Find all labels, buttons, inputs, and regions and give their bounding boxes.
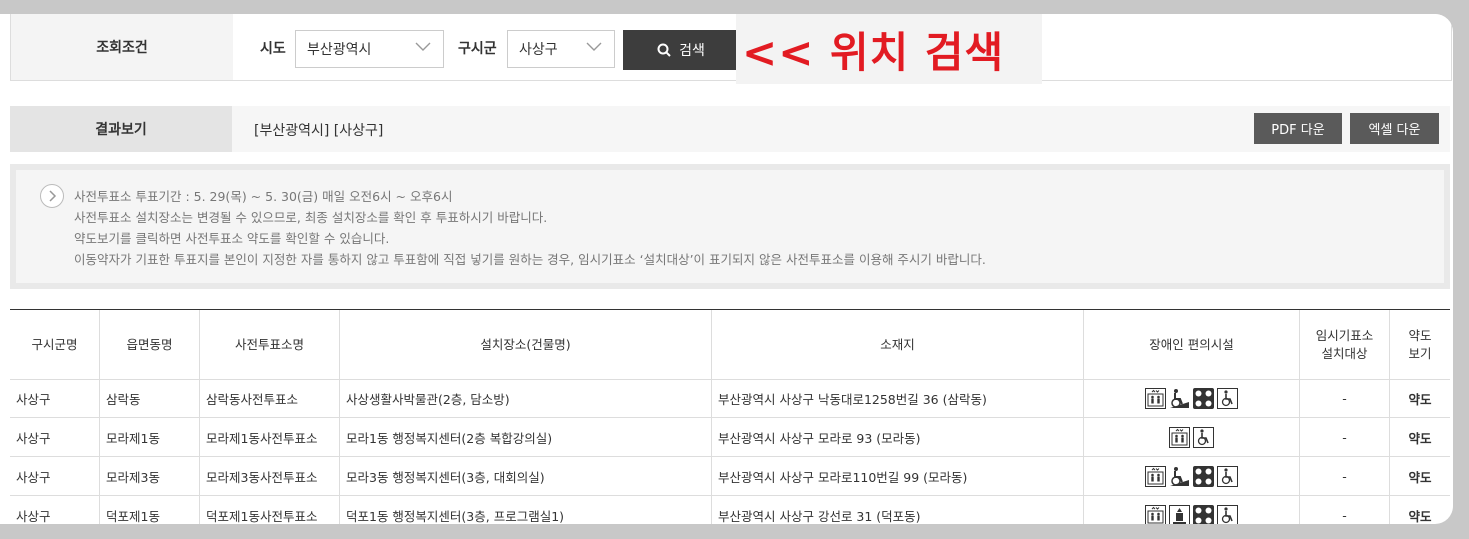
braille-icon [1193,504,1214,524]
polling-station-table: 구시군명 읍면동명 사전투표소명 설치장소(건물명) 소재지 장애인 편의시설 … [10,309,1450,524]
cell-station: 덕포제1동사전투표소 [200,496,340,524]
search-condition-label: 조회조건 [11,14,233,80]
cell-gu: 사상구 [10,457,100,495]
wheelchair-icon [1217,387,1238,409]
main-panel: 조회조건 시도 부산광역시 구시군 사상구 검색 << 위치 검색 결과보기 [… [0,14,1453,524]
pdf-download-button[interactable]: PDF 다운 [1254,113,1342,144]
cell-facilities [1084,418,1300,456]
cell-dong: 덕포제1동 [100,496,200,524]
notice-line: 이동약자가 기표한 투표지를 본인이 지정한 자를 통하지 않고 투표함에 직접… [74,252,986,267]
result-label: 결과보기 [10,106,232,152]
gusigun-label: 구시군 [458,41,497,57]
cell-place: 사상생활사박물관(2층, 담소방) [340,379,712,417]
header-facilities: 장애인 편의시설 [1084,310,1300,379]
search-bar: 조회조건 시도 부산광역시 구시군 사상구 검색 [10,14,1452,81]
notice-box: 사전투표소 투표기간 : 5. 29(목) ~ 5. 30(금) 매일 오전6시… [10,164,1450,289]
sido-label: 시도 [260,41,286,57]
wheelchair-icon [1217,504,1238,524]
wheelchair-icon [1217,465,1238,487]
result-bar: 결과보기 [부산광역시] [사상구] PDF 다운 엑셀 다운 [10,106,1450,152]
cell-facilities [1084,457,1300,495]
table-row: 사상구 덕포제1동 덕포제1동사전투표소 덕포1동 행정복지센터(3층, 프로그램실1… [10,496,1450,524]
notice-lines: 사전투표소 투표기간 : 5. 29(목) ~ 5. 30(금) 매일 오전6시… [74,186,986,270]
map-link[interactable]: 약도 [1390,418,1450,456]
elevator-icon [1145,465,1166,487]
header-map: 약도 보기 [1408,327,1432,361]
cell-address: 부산광역시 사상구 강선로 31 (덕포동) [712,496,1084,524]
braille-icon [1193,465,1214,487]
cell-dong: 모라제3동 [100,457,200,495]
cell-station: 삼락동사전투표소 [200,379,340,417]
map-link[interactable]: 약도 [1390,457,1450,495]
gusigun-select[interactable]: 사상구 [507,30,615,68]
cell-gu: 사상구 [10,379,100,417]
elevator-icon [1145,387,1166,409]
cell-facilities [1084,496,1300,524]
search-icon [657,43,671,57]
header-gu: 구시군명 [10,310,100,379]
table-row: 사상구 삼락동 삼락동사전투표소 사상생활사박물관(2층, 담소방) 부산광역시 사상구… [10,379,1450,418]
cell-temp-booth: - [1300,496,1390,524]
notice-line: 사전투표소 투표기간 : 5. 29(목) ~ 5. 30(금) 매일 오전6시… [74,189,453,204]
cell-station: 모라제3동사전투표소 [200,457,340,495]
header-address: 소재지 [712,310,1084,379]
cell-address: 부산광역시 사상구 모라로 93 (모라동) [712,418,1084,456]
chevron-right-icon [40,184,64,208]
header-temp-booth: 임시기표소 설치대상 [1300,310,1390,379]
result-text: [부산광역시] [사상구] [254,123,384,139]
map-link[interactable]: 약도 [1390,379,1450,417]
map-link[interactable]: 약도 [1390,496,1450,524]
sido-select[interactable]: 부산광역시 [295,30,444,68]
chevron-down-icon [586,42,602,51]
cell-temp-booth: - [1300,379,1390,417]
wheelchair-ramp-icon [1169,466,1190,487]
table-header-row: 구시군명 읍면동명 사전투표소명 설치장소(건물명) 소재지 장애인 편의시설 … [10,310,1450,380]
cell-station: 모라제1동사전투표소 [200,418,340,456]
cell-temp-booth: - [1300,457,1390,495]
cell-gu: 사상구 [10,418,100,456]
header-place: 설치장소(건물명) [340,310,712,379]
elevator-icon [1169,426,1190,448]
cell-place: 모라1동 행정복지센터(2층 복합강의실) [340,418,712,456]
table-row: 사상구 모라제3동 모라제3동사전투표소 모라3동 행정복지센터(3층, 대회의실) 부… [10,457,1450,496]
cell-facilities [1084,379,1300,417]
notice-line: 사전투표소 설치장소는 변경될 수 있으므로, 최종 설치장소를 확인 후 투표… [74,210,548,225]
cell-temp-booth: - [1300,418,1390,456]
search-button-label: 검색 [679,43,705,59]
cell-dong: 모라제1동 [100,418,200,456]
lift-icon [1169,504,1190,524]
wheelchair-ramp-icon [1169,388,1190,409]
braille-icon [1193,387,1214,409]
notice-line: 약도보기를 클릭하면 사전투표소 약도를 확인할 수 있습니다. [74,231,390,246]
header-dong: 읍면동명 [100,310,200,379]
header-station: 사전투표소명 [200,310,340,379]
table-row: 사상구 모라제1동 모라제1동사전투표소 모라1동 행정복지센터(2층 복합강의실) 부… [10,418,1450,457]
cell-dong: 삼락동 [100,379,200,417]
cell-address: 부산광역시 사상구 낙동대로1258번길 36 (삼락동) [712,379,1084,417]
cell-place: 덕포1동 행정복지센터(3층, 프로그램실1) [340,496,712,524]
location-search-annotation: << 위치 검색 [736,14,1042,84]
wheelchair-icon [1193,426,1214,448]
cell-gu: 사상구 [10,496,100,524]
excel-download-button[interactable]: 엑셀 다운 [1350,113,1439,144]
sido-value: 부산광역시 [307,42,372,58]
cell-place: 모라3동 행정복지센터(3층, 대회의실) [340,457,712,495]
chevron-down-icon [415,42,431,51]
cell-address: 부산광역시 사상구 모라로110번길 99 (모라동) [712,457,1084,495]
elevator-icon [1145,504,1166,524]
search-button[interactable]: 검색 [623,30,739,70]
gusigun-value: 사상구 [519,42,558,58]
